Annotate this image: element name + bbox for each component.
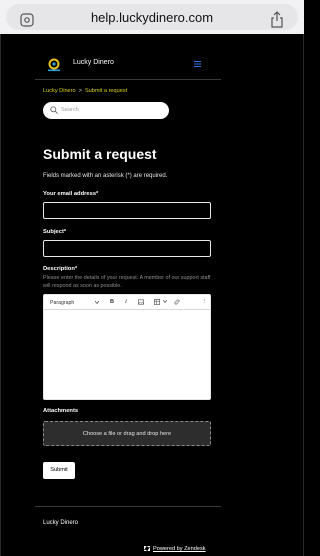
table-icon[interactable]	[154, 299, 160, 305]
lucky-dinero-logo[interactable]	[45, 58, 63, 72]
subject-label: Subject*	[43, 229, 67, 235]
help-center-page: Lucky Dinero Lucky Dinero > Submit a reque…	[0, 34, 304, 556]
subject-field[interactable]	[43, 240, 211, 257]
search-placeholder: Search	[61, 106, 79, 113]
footer-divider	[35, 506, 221, 507]
email-field[interactable]	[43, 202, 211, 219]
chevron-down-icon[interactable]	[95, 301, 99, 304]
breadcrumb-separator: >	[78, 88, 82, 94]
search-icon	[50, 106, 58, 114]
hamburger-menu-icon[interactable]	[194, 61, 201, 67]
powered-by-zendesk-link[interactable]: Powered by Zendesk	[144, 546, 206, 552]
table-dropdown-chevron-icon[interactable]	[163, 300, 167, 303]
attachments-dropzone[interactable]: Choose a file or drag and drop here	[43, 421, 211, 446]
header-divider	[35, 79, 221, 80]
address-bar[interactable]: help.luckydinero.com	[6, 4, 298, 30]
footer-brand[interactable]: Lucky Dinero	[43, 520, 78, 526]
brand-name[interactable]: Lucky Dinero	[73, 59, 114, 66]
address-bar-url: help.luckydinero.com	[90, 10, 214, 25]
powered-by-text: Powered by Zendesk	[153, 546, 206, 552]
image-icon[interactable]	[138, 299, 144, 305]
required-fields-note: Fields marked with an asterisk (*) are r…	[43, 173, 168, 179]
link-icon[interactable]	[174, 299, 180, 305]
attachments-label: Attachments	[43, 408, 79, 414]
paragraph-style-select[interactable]: Paragraph	[50, 300, 74, 306]
dropzone-text: Choose a file or drag and drop here	[82, 431, 172, 437]
submit-button-label: Submit	[50, 467, 68, 473]
editor-toolbar: Paragraph B I ⋮	[44, 295, 210, 310]
breadcrumb: Lucky Dinero > Submit a request	[43, 88, 127, 94]
browser-toolbar: help.luckydinero.com	[0, 0, 304, 34]
page-title: Submit a request	[43, 146, 157, 162]
bold-button[interactable]: B	[110, 299, 114, 305]
italic-button[interactable]: I	[125, 299, 127, 305]
breadcrumb-current[interactable]: Submit a request	[85, 88, 127, 94]
email-label: Your email address*	[43, 191, 99, 197]
zendesk-icon	[144, 546, 150, 551]
description-label: Description*	[43, 266, 78, 272]
submit-button[interactable]: Submit	[43, 462, 75, 479]
breadcrumb-home[interactable]: Lucky Dinero	[43, 88, 76, 94]
more-options-button[interactable]: ⋮	[202, 299, 208, 305]
description-help-text: Please enter the details of your request…	[43, 275, 211, 289]
description-editor[interactable]: Paragraph B I ⋮	[43, 294, 211, 400]
search-input[interactable]: Search	[43, 102, 169, 119]
share-icon[interactable]	[270, 11, 284, 28]
